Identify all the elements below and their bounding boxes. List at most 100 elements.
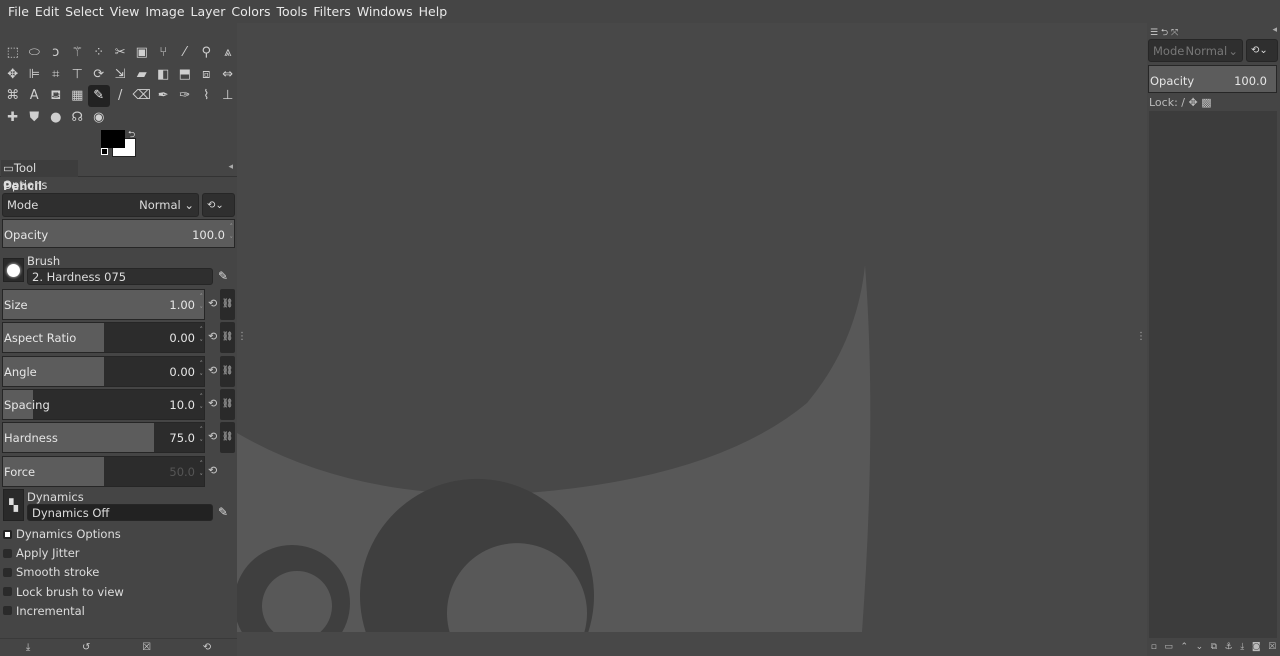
rotate-icon[interactable]: ⟳ (88, 64, 110, 86)
paths-icon[interactable]: ⑂ (153, 42, 175, 64)
reset-size-icon[interactable]: ⟲ (208, 297, 217, 310)
color-picker-icon[interactable]: ⁄ (174, 42, 196, 64)
dock-resize-handle-right[interactable]: ⋮ (1136, 331, 1146, 342)
reset-hardness-icon[interactable]: ⟲ (208, 430, 217, 443)
dodge-burn-icon[interactable]: ◉ (88, 107, 110, 129)
dock-menu-icon[interactable]: ◂ (228, 162, 233, 172)
tab-tool-options[interactable]: ▭Tool Options (1, 160, 78, 192)
lower-layer-icon[interactable]: ⌄ (1196, 642, 1204, 652)
delete-layer-icon[interactable]: ☒ (1268, 642, 1276, 652)
lock-alpha-icon[interactable]: ▩ (1201, 96, 1211, 109)
menu-help[interactable]: Help (416, 4, 451, 19)
anchor-layer-icon[interactable]: ⚓ (1225, 642, 1233, 652)
checkbox-lock-brush-to-view[interactable]: Lock brush to view (3, 585, 124, 599)
checkbox-incremental[interactable]: Incremental (3, 604, 85, 618)
delete-options-icon[interactable]: ☒ (142, 642, 151, 653)
foreground-color[interactable] (101, 130, 125, 148)
dynamics-field[interactable]: Dynamics Off (27, 504, 213, 521)
bucket-fill-icon[interactable]: ⛾ (45, 85, 67, 107)
mode-reset-button[interactable]: ⟲⌄ (202, 193, 235, 217)
zoom-icon[interactable]: ⚲ (196, 42, 218, 64)
mode-select[interactable]: Mode Normal ⌄ (2, 193, 199, 217)
shear-icon[interactable]: ▰ (131, 64, 153, 86)
restore-options-icon[interactable]: ↺ (82, 642, 90, 653)
scissors-icon[interactable]: ✂ (110, 42, 132, 64)
cage-icon[interactable]: ⇔ (217, 64, 239, 86)
aspect-ratio-slider[interactable]: Aspect Ratio 0.00 ˄ ˅ (2, 322, 205, 353)
lock-pixels-icon[interactable]: / (1181, 96, 1185, 109)
perspective-clone-icon[interactable]: ⛊ (24, 107, 46, 129)
link-size-icon[interactable]: ⛓ (220, 289, 235, 320)
dock-resize-handle[interactable]: ⋮ (237, 331, 247, 342)
ellipse-select-icon[interactable]: ⬭ (24, 42, 46, 64)
smudge-icon[interactable]: ☊ (67, 107, 89, 129)
reset-aspect-ratio-icon[interactable]: ⟲ (208, 330, 217, 343)
crop-icon[interactable]: ⌗ (45, 64, 67, 86)
raise-layer-icon[interactable]: ⌃ (1180, 642, 1188, 652)
reset-options-icon[interactable]: ⟲ (203, 642, 211, 653)
swap-colors-icon[interactable]: ⮌ (128, 127, 135, 143)
gradient-icon[interactable]: ▦ (67, 85, 89, 107)
angle-slider[interactable]: Angle 0.00 ˄ ˅ (2, 356, 205, 387)
size-slider[interactable]: Size 1.00 ˄ ˅ (2, 289, 205, 320)
select-by-color-icon[interactable]: ⁘ (88, 42, 110, 64)
layer-mode-reset[interactable]: ⟲⌄ (1246, 39, 1278, 62)
menu-edit[interactable]: Edit (32, 4, 62, 19)
edit-brush-icon[interactable]: ✎ (218, 269, 228, 283)
eraser-icon[interactable]: ⌫ (131, 85, 153, 107)
duplicate-layer-icon[interactable]: ⧉ (1211, 642, 1217, 652)
dock-menu-icon[interactable]: ◂ (1272, 25, 1277, 35)
3d-transform-icon[interactable]: ⧈ (196, 64, 218, 86)
link-hardness-icon[interactable]: ⛓ (220, 422, 235, 453)
text-icon[interactable]: A (24, 85, 46, 107)
heal-icon[interactable]: ✚ (2, 107, 24, 129)
blur-icon[interactable]: ● (45, 107, 67, 129)
free-select-icon[interactable]: ↄ (45, 42, 67, 64)
layer-mode-select[interactable]: Mode Normal ⌄ (1148, 39, 1243, 62)
mask-icon[interactable]: ◙ (1252, 642, 1261, 652)
menu-view[interactable]: View (107, 4, 143, 19)
edit-dynamics-icon[interactable]: ✎ (218, 505, 228, 519)
perspective-icon[interactable]: ⬒ (174, 64, 196, 86)
menu-windows[interactable]: Windows (354, 4, 416, 19)
move-icon[interactable]: ✥ (2, 64, 24, 86)
unified-transform-icon[interactable]: ⊤ (67, 64, 89, 86)
force-slider[interactable]: Force 50.0 ˄ ˅ (2, 456, 205, 487)
spacing-slider[interactable]: Spacing 10.0 ˄ ˅ (2, 389, 205, 420)
scale-icon[interactable]: ⇲ (110, 64, 132, 86)
link-aspect-ratio-icon[interactable]: ⛓ (220, 322, 235, 353)
clone-icon[interactable]: ⊥ (217, 85, 239, 107)
layers-list[interactable] (1149, 111, 1277, 638)
ink-icon[interactable]: ✑ (174, 85, 196, 107)
menu-tools[interactable]: Tools (274, 4, 311, 19)
new-layer-icon[interactable]: ▫ (1151, 642, 1157, 652)
airbrush-icon[interactable]: ✒ (153, 85, 175, 107)
link-angle-icon[interactable]: ⛓ (220, 356, 235, 387)
menu-filters[interactable]: Filters (310, 4, 353, 19)
warp-icon[interactable]: ⌘ (2, 85, 24, 107)
menu-select[interactable]: Select (62, 4, 107, 19)
hardness-slider[interactable]: Hardness 75.0 ˄ ˅ (2, 422, 205, 453)
menu-image[interactable]: Image (142, 4, 187, 19)
paintbrush-icon[interactable]: / (110, 85, 132, 107)
save-options-icon[interactable]: ⤓ (26, 642, 30, 653)
mypaint-brush-icon[interactable]: ⌇ (196, 85, 218, 107)
fuzzy-select-icon[interactable]: ⚚ (67, 42, 89, 64)
default-colors-icon[interactable] (101, 148, 108, 155)
reset-force-icon[interactable]: ⟲ (208, 464, 217, 477)
align-icon[interactable]: ⊫ (24, 64, 46, 86)
dynamics-options-expander[interactable]: Dynamics Options (3, 527, 121, 541)
menu-file[interactable]: File (5, 4, 32, 19)
brush-field[interactable]: 2. Hardness 075 (27, 268, 213, 285)
merge-layer-icon[interactable]: ⤓ (1240, 642, 1244, 652)
checkbox-apply-jitter[interactable]: Apply Jitter (3, 546, 80, 560)
image-canvas[interactable]: ⋮ ⋮ (237, 23, 1147, 656)
lock-position-icon[interactable]: ✥ (1189, 96, 1198, 109)
menu-layer[interactable]: Layer (188, 4, 229, 19)
link-spacing-icon[interactable]: ⛓ (220, 389, 235, 420)
new-group-icon[interactable]: ▭ (1164, 642, 1173, 652)
dynamics-preview[interactable]: ▚ (3, 489, 24, 521)
layer-opacity-slider[interactable]: Opacity 100.0 (1148, 65, 1277, 93)
measure-icon[interactable]: ⩓ (217, 42, 239, 64)
flip-icon[interactable]: ◧ (153, 64, 175, 86)
